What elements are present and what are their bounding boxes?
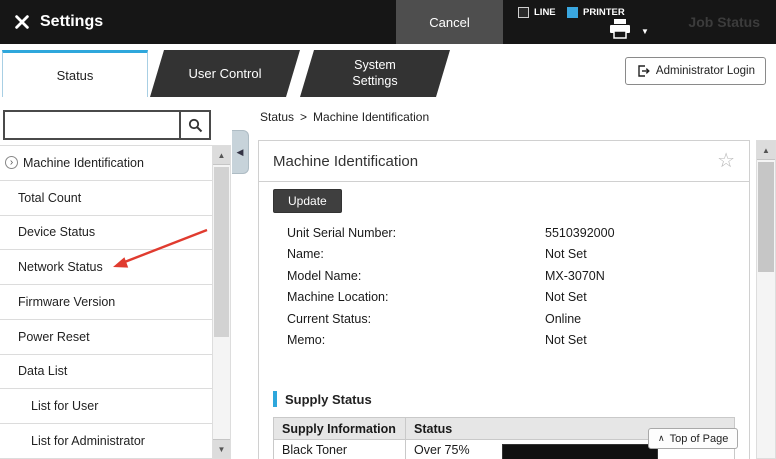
tab-bar: Status User Control System Settings Admi… xyxy=(0,44,776,97)
sidebar-item-power-reset[interactable]: Power Reset xyxy=(0,320,212,355)
printer-icon[interactable] xyxy=(608,19,634,39)
collapse-icon: ◀ xyxy=(237,147,244,158)
cancel-button[interactable]: Cancel xyxy=(396,0,503,44)
tab-system-settings[interactable]: System Settings xyxy=(300,50,450,97)
sidebar-item-list-for-administrator[interactable]: List for Administrator xyxy=(0,424,212,459)
printer-settings-app: Settings Cancel LINE PRINTER ▼ Job Statu… xyxy=(0,0,776,459)
search-input[interactable] xyxy=(5,112,179,138)
sidebar-collapse-handle[interactable]: ◀ xyxy=(232,130,249,174)
toner-status-text: Over 75% xyxy=(414,443,502,457)
breadcrumb-status-link[interactable]: Status xyxy=(260,110,294,124)
line-checkbox-icon xyxy=(518,7,529,18)
section-accent-bar xyxy=(273,391,277,407)
sidebar-search xyxy=(3,110,211,140)
field-unit-serial-number: Unit Serial Number: 5510392000 xyxy=(273,222,735,244)
sidebar-nav: › Machine Identification Total Count Dev… xyxy=(0,145,212,459)
login-icon xyxy=(636,64,650,78)
sidebar-scrollbar-thumb[interactable] xyxy=(214,167,229,337)
update-button[interactable]: Update xyxy=(273,189,342,213)
search-icon xyxy=(188,118,203,133)
main-scrollbar-thumb[interactable] xyxy=(758,162,774,272)
tab-status[interactable]: Status xyxy=(2,50,148,97)
printer-status-icon xyxy=(567,7,578,18)
expand-icon: › xyxy=(5,156,18,169)
printer-indicator: PRINTER xyxy=(567,7,625,18)
job-status-button[interactable]: Job Status xyxy=(688,0,760,44)
content-panel: Machine Identification ☆ Update Unit Ser… xyxy=(258,140,750,459)
sidebar-item-firmware-version[interactable]: Firmware Version xyxy=(0,285,212,320)
app-title: Settings xyxy=(40,13,103,31)
field-name: Name: Not Set xyxy=(273,244,735,266)
printer-dropdown-icon[interactable]: ▼ xyxy=(641,27,649,36)
chevron-up-icon: ∧ xyxy=(658,433,665,444)
field-machine-location: Machine Location: Not Set xyxy=(273,287,735,309)
panel-body: Update Unit Serial Number: 5510392000 Na… xyxy=(259,182,749,459)
sidebar-item-machine-identification[interactable]: › Machine Identification xyxy=(0,146,212,181)
sidebar-item-data-list[interactable]: Data List xyxy=(0,355,212,390)
search-button[interactable] xyxy=(179,112,209,138)
scroll-up-icon[interactable]: ▲ xyxy=(757,141,775,160)
sidebar-item-list-for-user[interactable]: List for User xyxy=(0,389,212,424)
topbar: Settings Cancel LINE PRINTER ▼ Job Statu… xyxy=(0,0,776,44)
page-title: Machine Identification xyxy=(273,153,418,170)
breadcrumb-current: Machine Identification xyxy=(313,110,429,124)
sidebar-scrollbar[interactable]: ▲ ▼ xyxy=(212,145,231,459)
scroll-down-icon[interactable]: ▼ xyxy=(213,439,230,458)
administrator-login-button[interactable]: Administrator Login xyxy=(625,57,766,85)
sidebar-item-total-count[interactable]: Total Count xyxy=(0,181,212,216)
sidebar-item-network-status[interactable]: Network Status xyxy=(0,250,212,285)
top-of-page-button[interactable]: ∧ Top of Page xyxy=(648,428,738,449)
toner-level-bar xyxy=(502,444,658,459)
supply-status-heading: Supply Status xyxy=(273,391,735,407)
field-model-name: Model Name: MX-3070N xyxy=(273,265,735,287)
main-scrollbar[interactable]: ▲ xyxy=(756,140,776,459)
breadcrumb-separator: > xyxy=(300,110,307,124)
breadcrumb: Status > Machine Identification xyxy=(260,110,429,124)
column-supply-information: Supply Information xyxy=(274,418,406,440)
scroll-up-icon[interactable]: ▲ xyxy=(213,146,230,165)
tab-user-control[interactable]: User Control xyxy=(150,50,300,97)
printer-label: PRINTER xyxy=(583,7,625,18)
section-header: Machine Identification ☆ xyxy=(259,141,749,182)
line-label: LINE xyxy=(534,7,556,18)
supply-name-cell: Black Toner xyxy=(274,440,406,459)
line-indicator: LINE xyxy=(518,7,556,18)
favorite-star-icon[interactable]: ☆ xyxy=(717,151,735,171)
field-current-status: Current Status: Online xyxy=(273,308,735,330)
sidebar-item-device-status[interactable]: Device Status xyxy=(0,216,212,251)
field-memo: Memo: Not Set xyxy=(273,330,735,352)
app-brand: Settings xyxy=(12,0,103,44)
tools-icon xyxy=(12,12,32,32)
administrator-login-label: Administrator Login xyxy=(656,65,755,77)
